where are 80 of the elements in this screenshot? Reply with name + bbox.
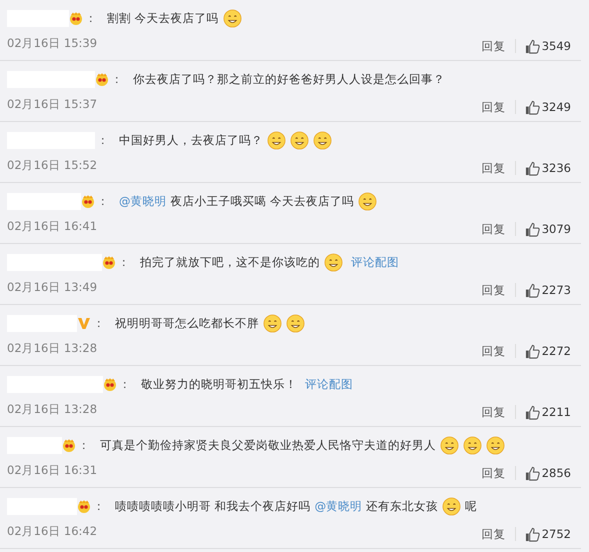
like-button[interactable]: 2752 — [524, 526, 571, 542]
redaction-block — [7, 498, 77, 514]
thumbs-up-icon[interactable] — [524, 526, 540, 542]
reply-link[interactable]: 回复 — [482, 222, 506, 236]
comment-time: 02月16日 13:49 — [7, 280, 98, 294]
smiley-face-icon — [463, 436, 482, 454]
like-button[interactable]: 3249 — [524, 100, 571, 114]
thumbs-up-icon[interactable] — [524, 160, 540, 176]
comment-time: 02月16日 16:31 — [7, 462, 98, 478]
reply-link[interactable]: 回复 — [482, 344, 506, 358]
comment-text: 还有东北女孩 — [366, 498, 438, 514]
comment-time: 02月16日 13:28 — [7, 340, 98, 356]
comment-text: 啧啧啧啧啧小明哥 和我去个夜店好吗 — [115, 498, 311, 514]
colon: ： — [93, 498, 105, 514]
colon: ： — [93, 316, 105, 330]
comment-time: 02月16日 16:41 — [7, 218, 98, 234]
crown-badge-icon — [62, 438, 76, 452]
smiley-face-icon — [486, 436, 505, 454]
comment-text: 中国好男人，去夜店了吗？ — [119, 132, 263, 148]
thumbs-up-icon[interactable] — [524, 222, 540, 236]
comment-text: 呢 — [465, 498, 478, 514]
crown-badge-icon — [95, 72, 109, 86]
like-button[interactable]: 3236 — [524, 160, 571, 176]
colon: ： — [111, 72, 123, 86]
colon: ： — [97, 194, 109, 208]
crown-badge-icon — [77, 499, 91, 513]
smiley-face-icon — [290, 130, 309, 150]
reply-link[interactable]: 回复 — [482, 466, 506, 480]
like-button[interactable]: 3549 — [524, 38, 571, 54]
comment-text: 敬业努力的晓明哥初五快乐！ — [141, 376, 297, 392]
comment-text: 你去夜店了吗？那之前立的好爸爸好男人人设是怎么回事？ — [133, 72, 445, 86]
smiley-face-icon — [286, 314, 305, 332]
colon: ： — [97, 132, 109, 148]
redaction-block — [7, 10, 69, 26]
like-button[interactable]: 3079 — [524, 222, 571, 236]
redaction-block — [7, 436, 62, 454]
like-button[interactable]: 2273 — [524, 282, 571, 298]
thumbs-up-icon[interactable] — [524, 100, 540, 114]
crown-badge-icon — [103, 377, 117, 391]
comment-time: 02月16日 15:39 — [7, 36, 98, 50]
like-button[interactable]: 2272 — [524, 344, 571, 358]
thumbs-up-icon[interactable] — [524, 344, 540, 358]
comment-time: 02月16日 15:52 — [7, 158, 98, 172]
reply-link[interactable]: 回复 — [482, 526, 506, 542]
smiley-face-icon — [222, 8, 242, 28]
reply-link[interactable]: 回复 — [482, 100, 506, 114]
reply-link[interactable]: 回复 — [482, 282, 506, 298]
smiley-face-icon — [358, 192, 378, 210]
thumbs-up-icon[interactable] — [524, 404, 540, 420]
crown-badge-icon — [81, 194, 95, 208]
colon: ： — [118, 254, 130, 270]
like-button[interactable]: 2211 — [524, 404, 571, 420]
comment-text: 夜店小王子哦买噶 今天去夜店了吗 — [170, 194, 354, 208]
crown-badge-icon — [69, 11, 83, 25]
colon: ： — [119, 376, 131, 392]
colon: ： — [85, 10, 97, 26]
comment-time: 02月16日 15:37 — [7, 96, 98, 112]
smiley-face-icon — [442, 496, 462, 516]
reply-link[interactable]: 回复 — [482, 404, 506, 420]
colon: ： — [78, 438, 90, 452]
smiley-face-icon — [324, 252, 343, 272]
redaction-block — [7, 314, 77, 332]
thumbs-up-icon[interactable] — [524, 38, 540, 54]
like-button[interactable]: 2856 — [524, 466, 571, 480]
reply-link[interactable]: 回复 — [482, 160, 506, 176]
smiley-face-icon — [263, 314, 282, 332]
reply-link[interactable]: 回复 — [482, 38, 506, 54]
smiley-face-icon — [440, 436, 459, 454]
comment-text: 可真是个勤俭持家贤夫良父爱岗敬业热爱人民恪守夫道的好男人 — [100, 438, 436, 452]
comment-time: 02月16日 13:28 — [7, 402, 98, 416]
smiley-face-icon — [267, 130, 286, 150]
comment-text: 割割 今天去夜店了吗 — [107, 10, 219, 26]
verified-icon — [77, 316, 91, 330]
crown-badge-icon — [102, 255, 116, 269]
comment-text: 拍完了就放下吧，这不是你该吃的 — [140, 254, 320, 270]
thumbs-up-icon[interactable] — [524, 466, 540, 480]
comment-text: 祝明明哥哥怎么吃都长不胖 — [115, 316, 259, 330]
thumbs-up-icon[interactable] — [524, 282, 540, 298]
comment-time: 02月16日 16:42 — [7, 524, 98, 538]
smiley-face-icon — [313, 130, 332, 150]
